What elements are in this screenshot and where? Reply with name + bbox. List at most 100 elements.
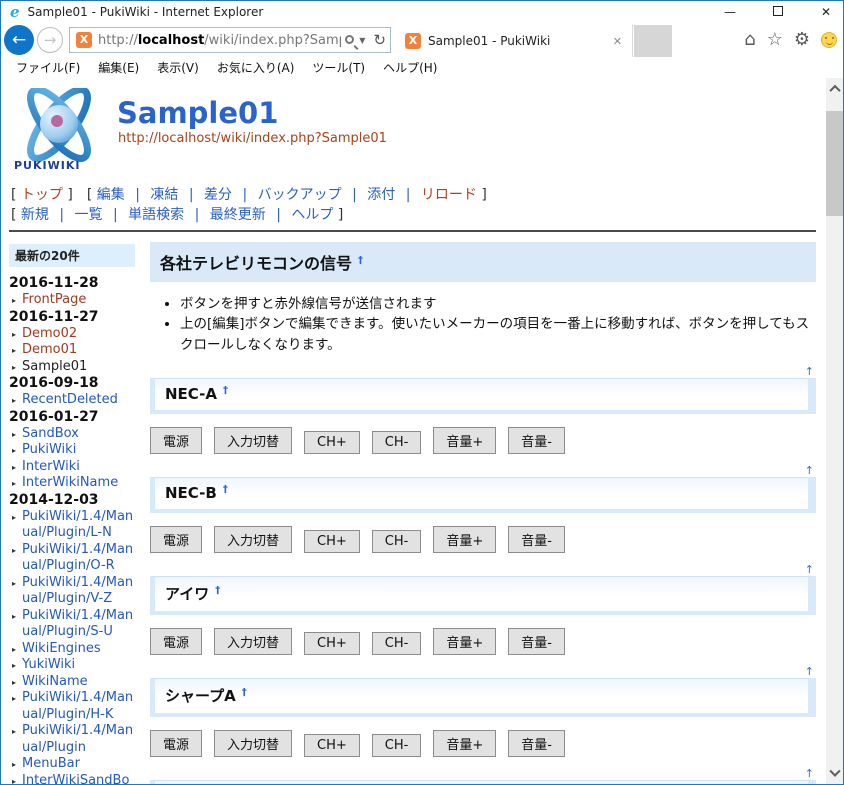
menu-edit[interactable]: 編集(E)	[89, 59, 148, 76]
menu-help[interactable]: ヘルプ(H)	[374, 59, 446, 76]
remote-sections: ↑NEC-A†電源入力切替CH+CH-音量+音量-↑NEC-B†電源入力切替CH…	[150, 367, 816, 784]
recent-link-MenuBar[interactable]: MenuBar	[22, 756, 80, 771]
remote-button-音量+[interactable]: 音量+	[433, 427, 496, 454]
favorites-star-icon[interactable]: ☆	[767, 31, 783, 49]
up-arrow-link[interactable]: ↑	[805, 464, 814, 477]
recent-link-PukiWiki/1.4/Manual/Plugin/L-N[interactable]: PukiWiki/1.4/Manual/Plugin/L-N	[22, 509, 133, 541]
remote-button-CH-[interactable]: CH-	[372, 632, 422, 655]
recent-link-WikiEngines[interactable]: WikiEngines	[22, 641, 101, 656]
up-arrow-link[interactable]: ↑	[805, 767, 814, 780]
url-text[interactable]: http://localhost/wiki/index.php?Sample01	[98, 33, 341, 48]
recent-link-Demo01[interactable]: Demo01	[22, 342, 77, 357]
remote-button-row: 電源入力切替 CH+ CH- 音量+ 音量-	[150, 427, 816, 454]
remote-button-入力切替[interactable]: 入力切替	[214, 427, 292, 454]
forward-button[interactable]: →	[37, 27, 63, 53]
remote-button-電源[interactable]: 電源	[150, 526, 202, 553]
scroll-up-button[interactable]	[826, 80, 843, 97]
browser-window: e Sample01 - PukiWiki - Internet Explore…	[0, 0, 844, 785]
nav-link-トップ[interactable]: トップ	[21, 187, 63, 203]
pukiwiki-logo[interactable]: PUKIWIKI	[11, 88, 107, 172]
maximize-button[interactable]	[771, 1, 785, 23]
home-icon[interactable]: ⌂	[744, 31, 755, 49]
section-heading: シャープB†	[150, 780, 816, 784]
remote-button-CH-[interactable]: CH-	[372, 431, 422, 454]
recent-link-WikiName[interactable]: WikiName	[22, 674, 88, 689]
anchor-link[interactable]: †	[223, 484, 228, 495]
menu-favorites[interactable]: お気に入り(A)	[208, 59, 304, 76]
recent-link-RecentDeleted[interactable]: RecentDeleted	[22, 392, 118, 407]
recent-link-PukiWiki/1.4/Manual/Plugin/V-Z[interactable]: PukiWiki/1.4/Manual/Plugin/V-Z	[22, 575, 133, 607]
remote-button-入力切替[interactable]: 入力切替	[214, 730, 292, 757]
nav-link-一覧[interactable]: 一覧	[75, 207, 103, 223]
minimize-button[interactable]: —	[723, 1, 737, 23]
nav-group: [ トップ ]	[11, 187, 73, 203]
recent-link-PukiWiki/1.4/Manual/Plugin/O-R[interactable]: PukiWiki/1.4/Manual/Plugin/O-R	[22, 542, 133, 574]
recent-link-PukiWiki/1.4/Manual/Plugin/H-K[interactable]: PukiWiki/1.4/Manual/Plugin/H-K	[22, 690, 133, 722]
up-arrow-link[interactable]: ↑	[805, 365, 814, 378]
tab-close-icon[interactable]: ✕	[609, 35, 626, 48]
nav-link-差分[interactable]: 差分	[204, 187, 232, 203]
remote-button-電源[interactable]: 電源	[150, 730, 202, 757]
new-tab-button[interactable]	[634, 25, 672, 57]
recent-link-PukiWiki/1.4/Manual/Plugin/S-U[interactable]: PukiWiki/1.4/Manual/Plugin/S-U	[22, 608, 133, 640]
remote-button-音量+[interactable]: 音量+	[433, 526, 496, 553]
nav-link-ヘルプ[interactable]: ヘルプ	[291, 207, 333, 223]
nav-link-編集[interactable]: 編集	[97, 187, 125, 203]
remote-button-row: 電源入力切替 CH+ CH- 音量+ 音量-	[150, 526, 816, 553]
remote-button-電源[interactable]: 電源	[150, 628, 202, 655]
nav-link-凍結[interactable]: 凍結	[150, 187, 178, 203]
scrollbar-thumb[interactable]	[826, 111, 843, 216]
recent-link-FrontPage[interactable]: FrontPage	[22, 292, 86, 307]
remote-button-CH-[interactable]: CH-	[372, 734, 422, 757]
close-button[interactable]: ✕	[819, 1, 833, 23]
recent-link-InterWiki[interactable]: InterWiki	[22, 459, 80, 474]
remote-button-CH-[interactable]: CH-	[372, 530, 422, 553]
menu-view[interactable]: 表示(V)	[148, 59, 208, 76]
nav-link-単語検索[interactable]: 単語検索	[128, 207, 184, 223]
anchor-link[interactable]: †	[242, 687, 247, 698]
page-url[interactable]: http://localhost/wiki/index.php?Sample01	[118, 131, 816, 146]
recent-link-InterWikiName[interactable]: InterWikiName	[22, 475, 118, 490]
remote-button-入力切替[interactable]: 入力切替	[214, 526, 292, 553]
recent-link-PukiWiki[interactable]: PukiWiki	[22, 442, 76, 457]
remote-button-CH+[interactable]: CH+	[304, 431, 360, 454]
anchor-link[interactable]: †	[223, 385, 228, 396]
vertical-scrollbar[interactable]	[826, 78, 843, 784]
remote-button-CH+[interactable]: CH+	[304, 530, 360, 553]
recent-link-YukiWiki[interactable]: YukiWiki	[22, 657, 75, 672]
gear-icon[interactable]: ⚙	[794, 31, 810, 49]
address-bar[interactable]: X http://localhost/wiki/index.php?Sample…	[69, 27, 391, 53]
refresh-icon[interactable]: ↻	[373, 31, 386, 49]
remote-button-音量+[interactable]: 音量+	[433, 628, 496, 655]
remote-button-CH+[interactable]: CH+	[304, 632, 360, 655]
remote-button-入力切替[interactable]: 入力切替	[214, 628, 292, 655]
recent-link-SandBox[interactable]: SandBox	[22, 426, 79, 441]
remote-button-CH+[interactable]: CH+	[304, 734, 360, 757]
up-arrow-link[interactable]: ↑	[805, 665, 814, 678]
remote-button-音量-[interactable]: 音量-	[508, 628, 565, 655]
chevron-down-icon[interactable]: ▼	[359, 36, 365, 45]
nav-link-新規[interactable]: 新規	[21, 207, 49, 223]
up-arrow-link[interactable]: ↑	[805, 563, 814, 576]
remote-button-音量-[interactable]: 音量-	[508, 427, 565, 454]
recent-link-Demo02[interactable]: Demo02	[22, 326, 77, 341]
remote-button-電源[interactable]: 電源	[150, 427, 202, 454]
anchor-link[interactable]: †	[358, 255, 363, 266]
recent-link-PukiWiki/1.4/Manual/Plugin[interactable]: PukiWiki/1.4/Manual/Plugin	[22, 723, 133, 755]
nav-link-リロード[interactable]: リロード	[421, 187, 477, 203]
anchor-link[interactable]: †	[215, 585, 220, 596]
remote-button-音量+[interactable]: 音量+	[433, 730, 496, 757]
remote-button-音量-[interactable]: 音量-	[508, 526, 565, 553]
scroll-down-button[interactable]	[826, 765, 843, 782]
back-button[interactable]: ←	[4, 25, 34, 55]
nav-link-最終更新[interactable]: 最終更新	[210, 207, 266, 223]
menu-file[interactable]: ファイル(F)	[7, 59, 89, 76]
search-icon[interactable]	[345, 35, 354, 44]
menu-tools[interactable]: ツール(T)	[303, 59, 374, 76]
feedback-smiley-icon[interactable]	[821, 32, 837, 48]
nav-link-添付[interactable]: 添付	[367, 187, 395, 203]
browser-tab[interactable]: X Sample01 - PukiWiki ✕	[399, 25, 633, 57]
nav-link-バックアップ[interactable]: バックアップ	[258, 187, 342, 203]
remote-button-音量-[interactable]: 音量-	[508, 730, 565, 757]
recent-link-InterWikiSandBox[interactable]: InterWikiSandBox	[22, 773, 129, 785]
